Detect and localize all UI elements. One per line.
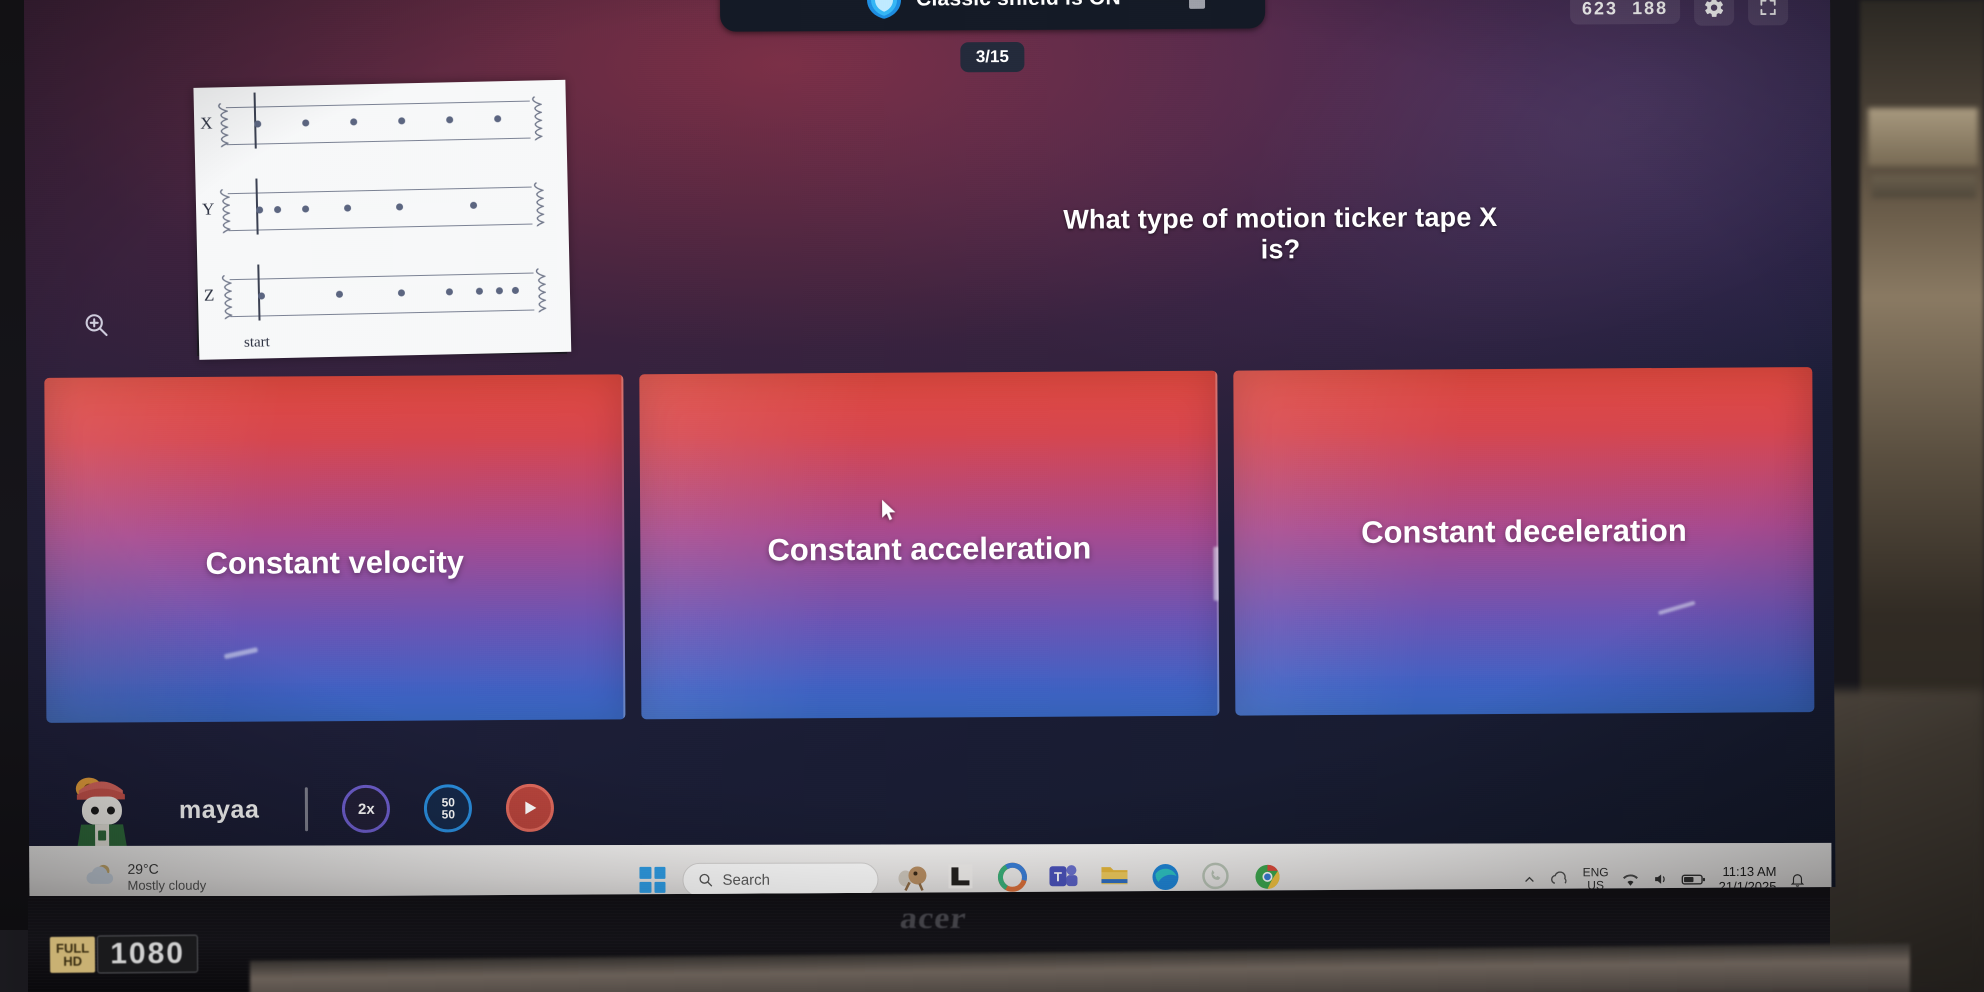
answer-button-2[interactable]: Constant acceleration — [638, 370, 1220, 720]
acer-brand-logo: acer — [898, 902, 969, 936]
taskbar-weather-widget[interactable]: 29°C Mostly cloudy — [83, 861, 206, 894]
wifi-icon[interactable] — [1622, 872, 1640, 887]
question-text: What type of motion ticker tape X is? — [1063, 202, 1498, 265]
player-avatar[interactable] — [65, 766, 139, 849]
shield-banner-label: Classic shield is ON — [916, 0, 1121, 12]
top-right-controls: 623 188 — [1569, 0, 1789, 27]
bell-icon[interactable] — [1789, 870, 1805, 887]
second-chance-powerup[interactable] — [506, 783, 555, 833]
answer-label-1: Constant velocity — [205, 543, 465, 581]
answer-label-2: Constant acceleration — [767, 529, 1092, 567]
question-media-icon — [1188, 0, 1206, 9]
double-points-label: 2x — [357, 800, 375, 818]
ticker-tape-x: X — [200, 92, 543, 151]
fullscreen-button[interactable] — [1747, 0, 1789, 26]
language-line1: ENG — [1582, 865, 1609, 880]
cloud-icon — [83, 863, 117, 892]
taskbar-app-teams[interactable]: T — [1048, 862, 1082, 896]
shield-banner: Classic shield is ON — [719, 0, 1266, 32]
player-divider — [305, 787, 309, 832]
speaker-icon[interactable] — [1653, 871, 1669, 887]
battery-icon[interactable] — [1681, 873, 1706, 886]
taskbar-app-file-explorer[interactable] — [1099, 862, 1133, 896]
windows-start-icon[interactable] — [639, 866, 666, 893]
question-progress: 3/15 — [960, 41, 1025, 73]
taskbar-app-edge[interactable] — [1150, 862, 1184, 896]
full-hd-label: FULL HD — [49, 936, 96, 973]
weather-text: 29°C Mostly cloudy — [127, 861, 206, 894]
chevron-up-icon[interactable] — [1523, 872, 1537, 886]
laptop-screen: Classic shield is ON 3/15 623 188 — [24, 0, 1836, 898]
double-points-powerup[interactable]: 2x — [342, 784, 391, 834]
answer-button-3[interactable]: Constant deceleration — [1233, 367, 1815, 716]
search-placeholder: Search — [722, 871, 771, 889]
ticker-tape-y: Y — [202, 178, 545, 237]
fifty-fifty-label: 50 50 — [441, 795, 456, 822]
taskbar-app-copilot[interactable] — [997, 862, 1031, 896]
search-icon — [699, 873, 713, 887]
taskbar-app-explorer-dark[interactable] — [946, 862, 980, 896]
taskbar-app-game[interactable] — [895, 862, 929, 896]
badge-resolution: 1080 — [97, 934, 199, 974]
clock-time: 11:13 AM — [1722, 863, 1777, 880]
tape-label-z: Z — [203, 285, 215, 305]
player-bar: mayaa 2x 50 50 — [25, 763, 1831, 849]
score-primary: 623 — [1581, 0, 1619, 18]
answer-label-3: Constant deceleration — [1361, 512, 1687, 550]
acer-laptop: Classic shield is ON 3/15 623 188 — [0, 0, 1910, 992]
tape-start-label: start — [243, 334, 270, 351]
score-secondary: 188 — [1631, 0, 1669, 18]
svg-text:T: T — [1054, 869, 1062, 884]
answer-button-1[interactable]: Constant velocity — [44, 374, 626, 723]
search-input[interactable]: Search — [682, 862, 879, 897]
shield-icon — [864, 0, 904, 21]
second-chance-icon — [525, 801, 537, 815]
onedrive-icon[interactable] — [1550, 871, 1570, 887]
full-hd-badge: FULL HD 1080 — [49, 931, 265, 977]
ticker-tape-diagram: X Y Z start — [193, 79, 572, 360]
fifty-fifty-powerup[interactable]: 50 50 — [424, 784, 473, 833]
room-shelf-top — [1868, 108, 1978, 166]
player-nickname: mayaa — [178, 795, 260, 824]
tape-label-x: X — [199, 113, 213, 133]
tape-body-x — [225, 100, 531, 146]
settings-button[interactable] — [1693, 0, 1735, 26]
tape-body-z — [229, 272, 535, 318]
laptop-photo: Classic shield is ON 3/15 623 188 — [0, 0, 1984, 992]
weather-desc: Mostly cloudy — [127, 877, 207, 893]
room-shelf-bottom — [1872, 176, 1976, 198]
score-display: 623 188 — [1569, 0, 1681, 25]
tape-label-y: Y — [201, 199, 215, 219]
weather-temp: 29°C — [127, 860, 159, 877]
badge-line2: HD — [63, 953, 83, 969]
ticker-tape-z: Z — [204, 264, 547, 323]
magnifier-icon[interactable] — [82, 310, 110, 338]
question-media: X Y Z start — [193, 79, 572, 360]
answer-list: Constant velocity Constant acceleration … — [44, 367, 1815, 723]
